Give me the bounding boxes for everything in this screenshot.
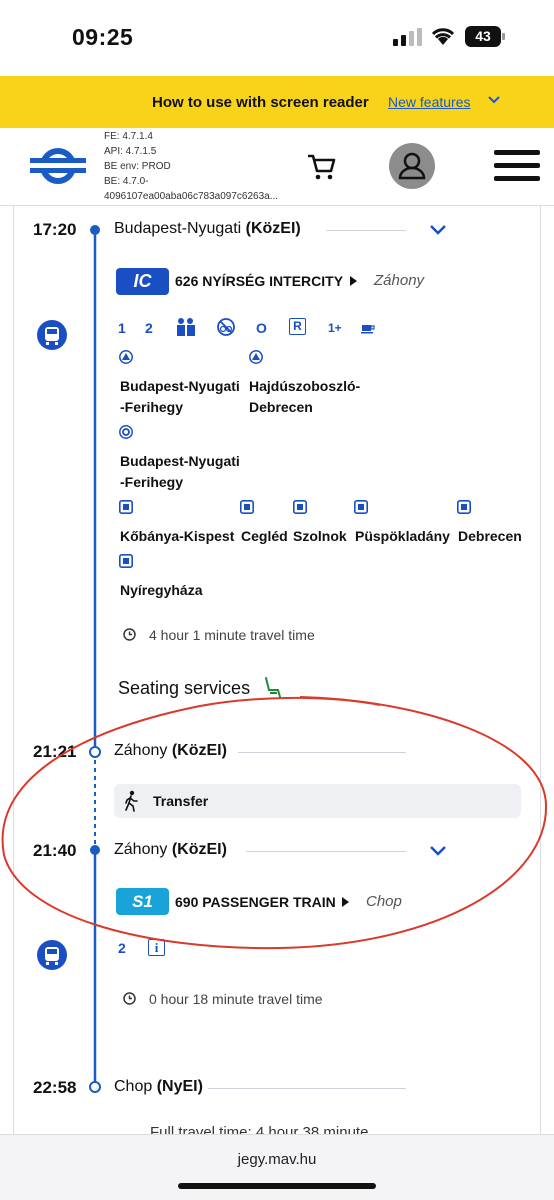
battery-icon: 43 <box>465 26 501 47</box>
train-icon <box>37 320 67 350</box>
clock-icon <box>123 628 136 641</box>
avatar-icon[interactable] <box>388 142 436 190</box>
info-icon[interactable]: i <box>148 939 165 956</box>
train-name-leg1[interactable]: 626 NYÍRSÉG INTERCITY <box>175 273 343 289</box>
url-text[interactable]: jegy.mav.hu <box>0 1151 554 1168</box>
stop-square-icon <box>119 500 133 514</box>
direction-arrow-icon <box>342 897 349 907</box>
version-api: API: 4.7.1.5 <box>104 146 157 157</box>
no-bicycle-icon <box>217 318 235 336</box>
divider <box>246 851 406 852</box>
stop-label: Hajdúszoboszló- Debrecen <box>249 378 361 415</box>
stop-square-icon <box>457 500 471 514</box>
service-second-class: 2 <box>145 320 153 336</box>
arrival-station-leg2: Chop (NyEI) <box>114 1078 203 1095</box>
family-icon <box>177 318 195 336</box>
service-first-plus: 1+ <box>328 321 342 335</box>
train-direction-leg1: Záhony <box>374 272 425 289</box>
service-second-class: 2 <box>118 940 126 956</box>
battery-cap <box>502 33 505 40</box>
travel-time-leg1: 4 hour 1 minute travel time <box>149 627 315 643</box>
journey-details: 17:20 Budapest-Nyugati (KözEI) IC 626 NY… <box>0 206 554 1134</box>
battery-level: 43 <box>475 28 491 44</box>
seat-icon <box>265 677 281 698</box>
timeline <box>89 225 101 1093</box>
version-hash: 4096107ea00aba06c783a097c6263a... <box>104 191 279 202</box>
stop-label: Budapest-Nyugati -Ferihegy <box>120 378 240 415</box>
seating-services[interactable]: Seating services <box>118 678 250 699</box>
arrival-time-leg1: 21:21 <box>33 742 77 761</box>
intercity-badge: IC <box>116 268 169 295</box>
stop-label: Budapest-Nyugati -Ferihegy <box>120 453 240 490</box>
boarding-icon <box>249 350 263 364</box>
train-direction-leg2: Chop <box>366 893 402 910</box>
boarding-icon <box>119 350 133 364</box>
reservation-badge: R <box>289 318 306 335</box>
departure-station-leg2: Záhony (KözEI) <box>114 841 227 858</box>
arrival-time-leg2: 22:58 <box>33 1078 77 1097</box>
wifi-icon <box>431 28 455 45</box>
stop-square-icon <box>354 500 368 514</box>
stop-square-icon <box>119 554 133 568</box>
stop-label: Debrecen <box>458 528 522 544</box>
direction-arrow-icon <box>350 276 357 286</box>
signal-icon <box>393 28 422 46</box>
departure-time-leg1: 17:20 <box>33 220 77 239</box>
divider <box>238 752 406 753</box>
arrival-station-leg1: Záhony (KözEI) <box>114 742 227 759</box>
stop-circle-icon <box>119 425 133 439</box>
stop-square-icon <box>293 500 307 514</box>
travel-time-leg2: 0 hour 18 minute travel time <box>149 991 323 1007</box>
clock-icon <box>123 992 136 1005</box>
transfer-label: Transfer <box>153 793 209 809</box>
status-time: 09:25 <box>72 24 134 50</box>
passenger-train-badge: S1 <box>116 888 169 915</box>
walking-icon <box>125 790 138 812</box>
train-name-leg2[interactable]: 690 PASSENGER TRAIN <box>175 894 336 910</box>
coffee-icon <box>361 325 375 334</box>
service-o: O <box>256 320 267 336</box>
home-indicator[interactable] <box>178 1183 376 1189</box>
status-bar: 09:25 43 <box>0 0 554 76</box>
version-be: BE: 4.7.0- <box>104 176 149 187</box>
departure-time-leg2: 21:40 <box>33 841 77 860</box>
version-fe: FE: 4.7.1.4 <box>104 131 153 142</box>
mav-logo[interactable] <box>30 146 86 186</box>
menu-icon[interactable] <box>494 148 540 184</box>
stop-square-icon <box>240 500 254 514</box>
stop-label: Szolnok <box>293 528 347 544</box>
chevron-down-icon[interactable] <box>486 92 502 108</box>
divider <box>208 1088 406 1089</box>
banner-text: How to use with screen reader <box>152 94 369 111</box>
service-first-class: 1 <box>118 320 126 336</box>
stop-label: Nyíregyháza <box>120 582 203 598</box>
stop-label: Cegléd <box>241 528 288 544</box>
train-icon <box>37 940 67 970</box>
accessibility-banner: How to use with screen reader New featur… <box>0 76 554 128</box>
full-travel-time: Full travel time: 4 hour 38 minute <box>150 1124 369 1134</box>
app-header: FE: 4.7.1.4 API: 4.7.1.5 BE env: PROD BE… <box>0 128 554 206</box>
browser-url-bar[interactable]: jegy.mav.hu <box>0 1134 554 1200</box>
cart-icon[interactable] <box>306 152 336 182</box>
chevron-down-icon[interactable] <box>428 844 448 858</box>
divider <box>326 230 406 231</box>
chevron-down-icon[interactable] <box>428 223 448 237</box>
stop-label: Kőbánya-Kispest <box>120 528 235 544</box>
version-be-env: BE env: PROD <box>104 161 171 172</box>
new-features-link[interactable]: New features <box>388 94 470 110</box>
departure-station-leg1: Budapest-Nyugati (KözEI) <box>114 220 301 237</box>
transfer-row: Transfer <box>114 784 521 818</box>
stop-label: Püspökladány <box>355 528 450 544</box>
